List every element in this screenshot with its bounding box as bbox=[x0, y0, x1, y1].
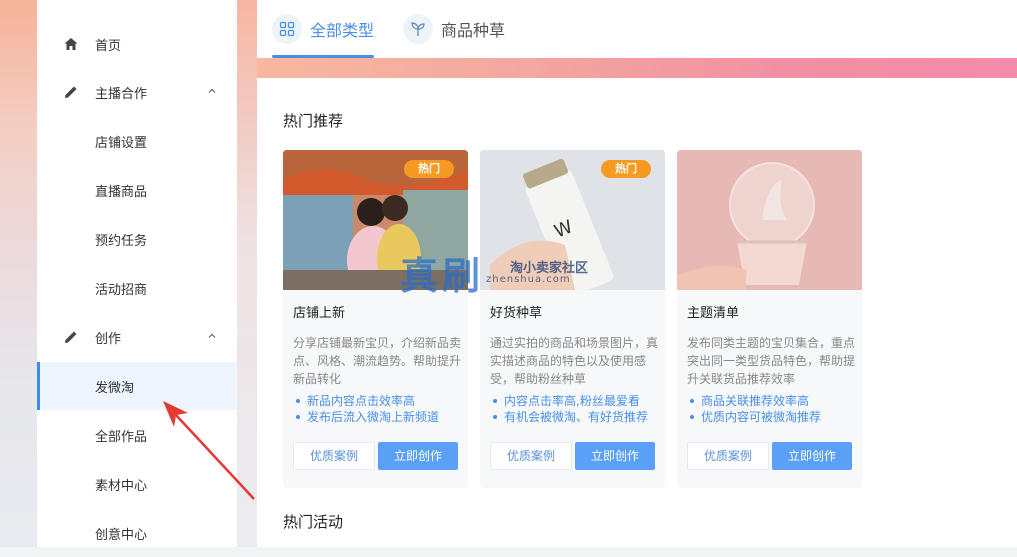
sidebar-item-create[interactable]: 创作 bbox=[37, 313, 237, 361]
benefit-item: 新品内容点击效率高 bbox=[293, 393, 468, 409]
create-now-button[interactable]: 立即创作 bbox=[575, 442, 655, 470]
card-theme-list: 主题清单 发布同类主题的宝贝集合，重点突出同一类型货品特色，帮助提升关联货品推荐… bbox=[677, 150, 862, 488]
card-description: 分享店铺最新宝贝，介绍新品卖点、风格、潮流趋势。帮助提升新品转化 bbox=[293, 336, 462, 386]
sidebar-item-label: 活动招商 bbox=[95, 282, 148, 298]
hot-badge: 热门 bbox=[404, 160, 454, 178]
card-description: 通过实拍的商品和场景图片，真实描述商品的特色以及使用感受，帮助粉丝种草 bbox=[490, 336, 659, 386]
quality-case-button[interactable]: 优质案例 bbox=[293, 442, 375, 470]
main-content: 热门推荐 热门 店铺上新 分享店铺最新宝贝，介绍新品卖点、风格、潮流趋势。帮助提… bbox=[257, 78, 1017, 547]
create-now-button[interactable]: 立即创作 bbox=[772, 442, 852, 470]
hot-badge: 热门 bbox=[601, 160, 651, 178]
sidebar-item-label: 店铺设置 bbox=[95, 135, 148, 151]
pencil-icon bbox=[65, 86, 77, 98]
section-title-hot-recommend: 热门推荐 bbox=[283, 112, 344, 130]
chevron-up-icon[interactable] bbox=[207, 86, 217, 96]
card-benefits: 新品内容点击效率高 发布后流入微淘上新频道 bbox=[293, 393, 468, 425]
sidebar-item-live-products[interactable]: 直播商品 bbox=[37, 166, 237, 214]
sidebar-item-label: 创作 bbox=[95, 331, 122, 347]
section-title-hot-activity: 热门活动 bbox=[283, 513, 344, 531]
sidebar-item-label: 全部作品 bbox=[95, 429, 148, 445]
sidebar-item-shop-settings[interactable]: 店铺设置 bbox=[37, 117, 237, 165]
card-title: 主题清单 bbox=[687, 306, 740, 321]
card-image-photo bbox=[677, 150, 862, 290]
type-tabs: 全部类型 商品种草 bbox=[257, 0, 1017, 58]
sidebar-item-merchant-recruit[interactable]: 活动招商 bbox=[37, 264, 237, 312]
sidebar: 首页 主播合作 店铺设置 直播商品 预约任务 活动招商 创作 发微淘 全部作品 … bbox=[37, 0, 237, 547]
tab-product-seeding[interactable]: 商品种草 bbox=[403, 0, 513, 58]
card-description: 发布同类主题的宝贝集合，重点突出同一类型货品特色，帮助提升关联货品推荐效率 bbox=[687, 336, 856, 386]
home-icon bbox=[64, 38, 78, 50]
sidebar-item-post-weitao[interactable]: 发微淘 bbox=[37, 362, 237, 410]
card-title: 好货种草 bbox=[490, 306, 543, 321]
pencil-icon bbox=[65, 331, 77, 343]
background-strip bbox=[0, 0, 37, 547]
tab-label: 全部类型 bbox=[310, 21, 375, 40]
sidebar-item-anchor-coop[interactable]: 主播合作 bbox=[37, 68, 237, 116]
sidebar-item-booking-tasks[interactable]: 预约任务 bbox=[37, 215, 237, 263]
create-now-button[interactable]: 立即创作 bbox=[378, 442, 458, 470]
sidebar-item-label: 直播商品 bbox=[95, 184, 148, 200]
card-title: 店铺上新 bbox=[293, 306, 346, 321]
benefit-item: 内容点击率高,粉丝最爱看 bbox=[490, 393, 665, 409]
card-shop-new: 热门 店铺上新 分享店铺最新宝贝，介绍新品卖点、风格、潮流趋势。帮助提升新品转化… bbox=[283, 150, 468, 488]
sidebar-item-label: 首页 bbox=[95, 38, 122, 54]
card-good-seeding: W 热门 好货种草 通过实拍的商品和场景图片，真实描述商品的特色以及使用感受，帮… bbox=[480, 150, 665, 488]
sidebar-item-label: 素材中心 bbox=[95, 478, 148, 494]
card-benefits: 商品关联推荐效率高 优质内容可被微淘推荐 bbox=[687, 393, 862, 425]
sidebar-item-all-works[interactable]: 全部作品 bbox=[37, 411, 237, 459]
banner-gradient bbox=[257, 58, 1017, 78]
sidebar-item-label: 创意中心 bbox=[95, 527, 148, 543]
sidebar-item-label: 发微淘 bbox=[95, 380, 135, 396]
sprout-icon bbox=[403, 14, 433, 44]
card-benefits: 内容点击率高,粉丝最爱看 有机会被微淘、有好货推荐 bbox=[490, 393, 665, 425]
sidebar-item-idea-center[interactable]: 创意中心 bbox=[37, 509, 237, 557]
chevron-up-icon[interactable] bbox=[207, 331, 217, 341]
quality-case-button[interactable]: 优质案例 bbox=[490, 442, 572, 470]
benefit-item: 有机会被微淘、有好货推荐 bbox=[490, 409, 665, 425]
benefit-item: 优质内容可被微淘推荐 bbox=[687, 409, 862, 425]
sidebar-item-material-center[interactable]: 素材中心 bbox=[37, 460, 237, 508]
tab-label: 商品种草 bbox=[441, 21, 506, 40]
sidebar-item-home[interactable]: 首页 bbox=[37, 20, 237, 68]
benefit-item: 商品关联推荐效率高 bbox=[687, 393, 862, 409]
sidebar-item-label: 预约任务 bbox=[95, 233, 148, 249]
tab-all-types[interactable]: 全部类型 bbox=[272, 0, 374, 58]
benefit-item: 发布后流入微淘上新频道 bbox=[293, 409, 468, 425]
quality-case-button[interactable]: 优质案例 bbox=[687, 442, 769, 470]
sidebar-item-label: 主播合作 bbox=[95, 86, 148, 102]
grid-icon bbox=[272, 14, 302, 44]
background-strip bbox=[237, 0, 257, 547]
